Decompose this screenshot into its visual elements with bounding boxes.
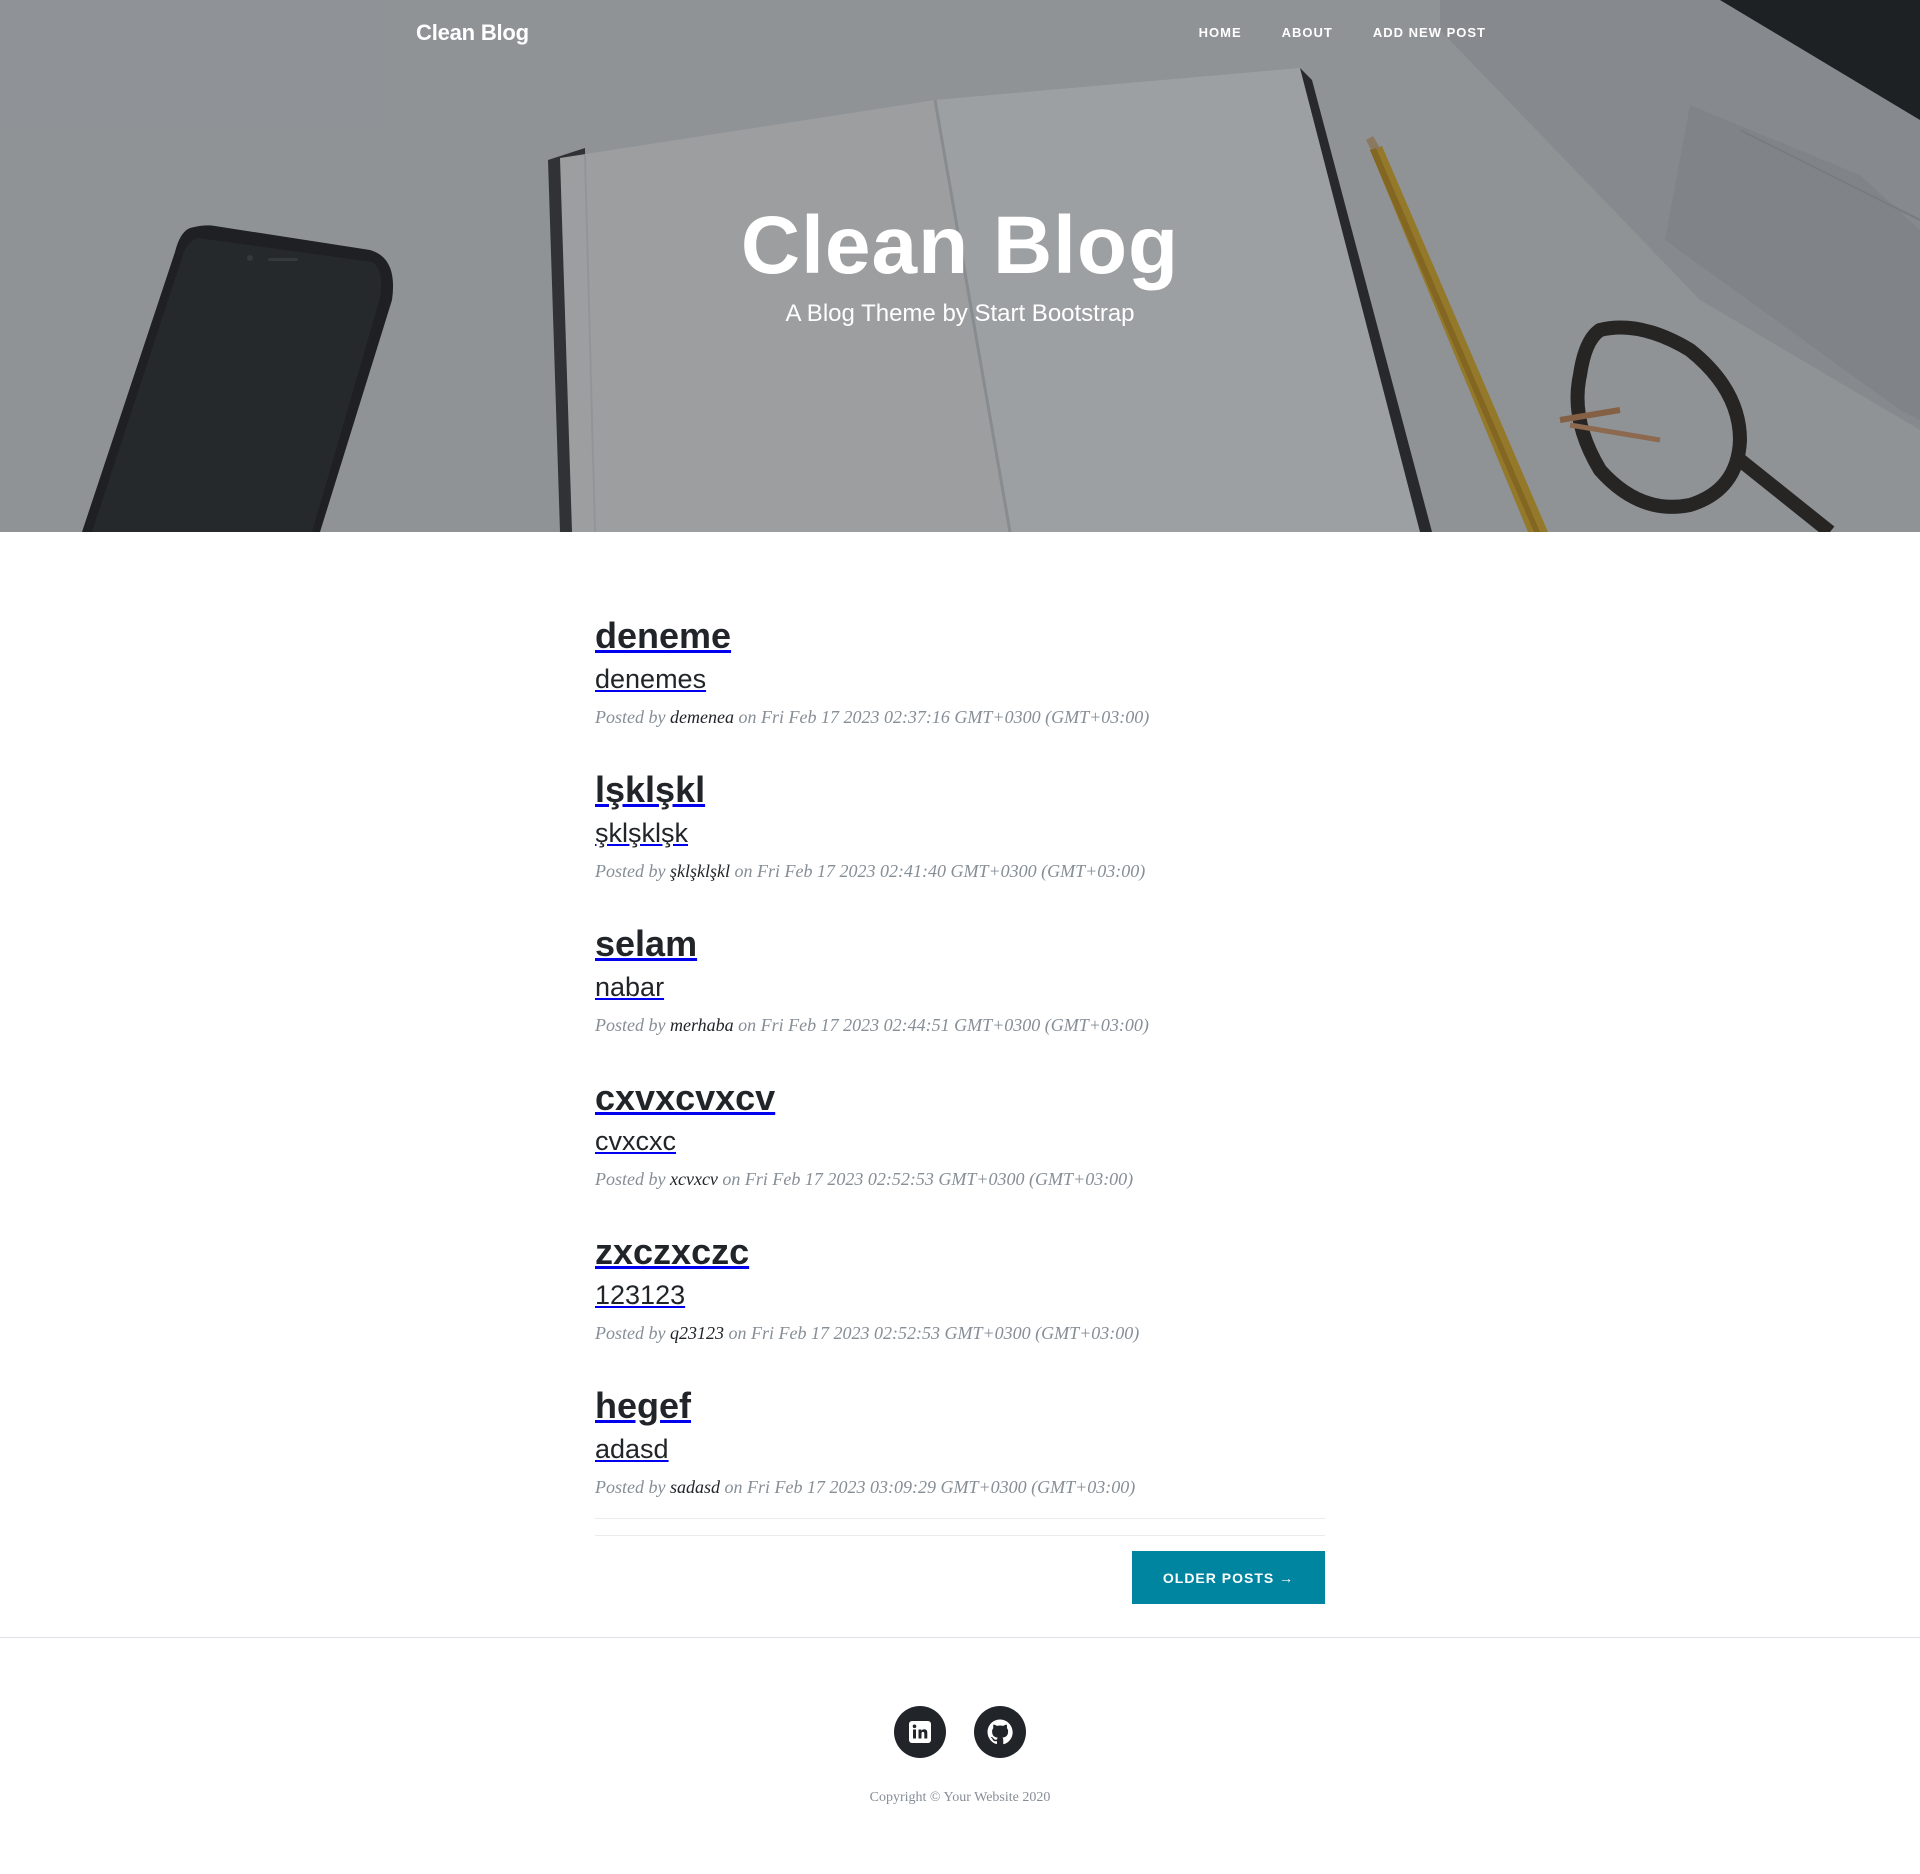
post-meta-on: on	[724, 1476, 743, 1497]
post-author-link[interactable]: merhaba	[670, 1015, 734, 1035]
navbar-brand[interactable]: Clean Blog	[416, 20, 529, 46]
post-link[interactable]: cxvxcvxcv cvxcxc	[595, 1076, 1325, 1159]
nav-link-about[interactable]: About	[1282, 25, 1333, 40]
post-date: Fri Feb 17 2023 02:52:53 GMT+0300 (GMT+0…	[744, 1168, 1134, 1189]
post-preview: cxvxcvxcv cvxcxc Posted by xcvxcv on Fri…	[595, 1076, 1325, 1230]
post-title: lşklşkl	[595, 769, 706, 810]
post-preview: hegef adasd Posted by sadasd on Fri Feb …	[595, 1384, 1325, 1538]
post-link[interactable]: zxczxczc 123123	[595, 1230, 1325, 1313]
post-link[interactable]: hegef adasd	[595, 1384, 1325, 1467]
post-title: cxvxcvxcv	[595, 1077, 776, 1118]
post-link[interactable]: selam nabar	[595, 922, 1325, 1005]
post-meta-on: on	[728, 1322, 747, 1343]
post-date: Fri Feb 17 2023 03:09:29 GMT+0300 (GMT+0…	[747, 1476, 1136, 1497]
site-heading: Clean Blog A Blog Theme by Start Bootstr…	[0, 200, 1920, 328]
post-preview: selam nabar Posted by merhaba on Fri Feb…	[595, 922, 1325, 1076]
post-date: Fri Feb 17 2023 02:41:40 GMT+0300 (GMT+0…	[756, 860, 1146, 881]
linkedin-icon	[909, 1721, 931, 1743]
post-subtitle: 123123	[595, 1280, 686, 1311]
post-preview: lşklşkl şklşklşk Posted by şklşklşkl on …	[595, 768, 1325, 922]
navbar: Clean Blog Home About Add New Post	[0, 0, 1920, 68]
github-icon	[987, 1719, 1013, 1745]
nav-links: Home About Add New Post	[1199, 25, 1486, 40]
post-meta-on: on	[738, 706, 757, 727]
post-meta-on: on	[734, 860, 753, 881]
post-subtitle: adasd	[595, 1434, 669, 1465]
post-meta-prefix: Posted by	[595, 1322, 666, 1343]
post-subtitle: şklşklşk	[595, 818, 688, 849]
post-meta: Posted by şklşklşkl on Fri Feb 17 2023 0…	[595, 861, 1325, 882]
pager: Older Posts →	[595, 1551, 1325, 1604]
post-title: selam	[595, 923, 698, 964]
post-date: Fri Feb 17 2023 02:37:16 GMT+0300 (GMT+0…	[760, 706, 1150, 727]
post-date: Fri Feb 17 2023 02:44:51 GMT+0300 (GMT+0…	[760, 1014, 1149, 1035]
post-meta-prefix: Posted by	[595, 706, 666, 727]
post-title: zxczxczc	[595, 1231, 750, 1272]
masthead: Clean Blog Home About Add New Post Clean…	[0, 0, 1920, 532]
hero-subtitle: A Blog Theme by Start Bootstrap	[785, 299, 1135, 327]
post-link[interactable]: deneme denemes	[595, 614, 1325, 697]
post-divider	[595, 1535, 1325, 1536]
post-subtitle: cvxcxc	[595, 1126, 676, 1157]
post-author-link[interactable]: demenea	[670, 707, 734, 727]
post-meta: Posted by q23123 on Fri Feb 17 2023 02:5…	[595, 1323, 1325, 1344]
post-meta: Posted by xcvxcv on Fri Feb 17 2023 02:5…	[595, 1169, 1325, 1190]
post-meta: Posted by merhaba on Fri Feb 17 2023 02:…	[595, 1015, 1325, 1036]
post-link[interactable]: lşklşkl şklşklşk	[595, 768, 1325, 851]
post-list-container: deneme denemes Posted by demenea on Fri …	[595, 532, 1325, 1604]
post-meta-on: on	[722, 1168, 741, 1189]
post-meta-prefix: Posted by	[595, 1168, 666, 1189]
post-author-link[interactable]: xcvxcv	[670, 1169, 718, 1189]
post-title: hegef	[595, 1385, 692, 1426]
github-button[interactable]	[974, 1706, 1026, 1758]
post-meta-prefix: Posted by	[595, 1476, 666, 1497]
post-meta-prefix: Posted by	[595, 1014, 666, 1035]
post-subtitle: denemes	[595, 664, 707, 695]
post-list: deneme denemes Posted by demenea on Fri …	[595, 532, 1325, 1538]
social-links	[0, 1706, 1920, 1758]
linkedin-button[interactable]	[894, 1706, 946, 1758]
post-meta: Posted by sadasd on Fri Feb 17 2023 03:0…	[595, 1477, 1325, 1498]
footer: Copyright © Your Website 2020	[0, 1638, 1920, 1874]
nav-link-home[interactable]: Home	[1199, 25, 1242, 40]
post-title: deneme	[595, 615, 732, 656]
post-meta-prefix: Posted by	[595, 860, 666, 881]
post-author-link[interactable]: şklşklşkl	[670, 861, 730, 881]
post-meta-on: on	[738, 1014, 757, 1035]
nav-link-add-new-post[interactable]: Add New Post	[1373, 25, 1486, 40]
post-subtitle: nabar	[595, 972, 665, 1003]
post-preview: zxczxczc 123123 Posted by q23123 on Fri …	[595, 1230, 1325, 1384]
post-author-link[interactable]: sadasd	[670, 1477, 720, 1497]
post-date: Fri Feb 17 2023 02:52:53 GMT+0300 (GMT+0…	[750, 1322, 1140, 1343]
older-posts-button[interactable]: Older Posts →	[1132, 1551, 1325, 1604]
hero-title: Clean Blog	[740, 200, 1180, 291]
post-author-link[interactable]: q23123	[670, 1323, 724, 1343]
copyright-text: Copyright © Your Website 2020	[869, 1790, 1051, 1805]
post-preview: deneme denemes Posted by demenea on Fri …	[595, 614, 1325, 768]
post-meta: Posted by demenea on Fri Feb 17 2023 02:…	[595, 707, 1325, 728]
post-divider	[595, 1518, 1325, 1519]
